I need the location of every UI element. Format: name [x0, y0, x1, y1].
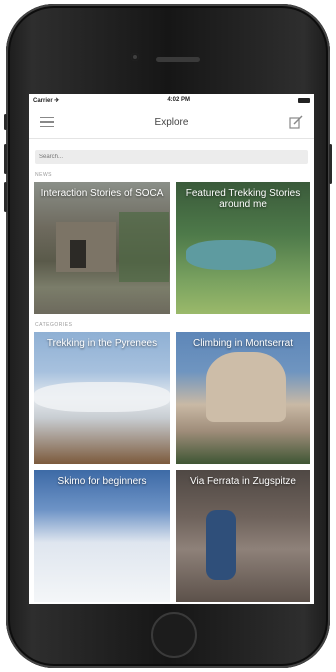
- power-button: [329, 144, 332, 184]
- volume-up-button: [4, 144, 7, 174]
- compose-icon[interactable]: [286, 112, 306, 132]
- volume-down-button: [4, 182, 7, 212]
- news-card-trekking[interactable]: Featured Trekking Stories around me: [176, 182, 310, 314]
- category-card-montserrat[interactable]: Climbing in Montserrat: [176, 332, 310, 464]
- news-card-title: Featured Trekking Stories around me: [185, 188, 301, 210]
- home-button[interactable]: [151, 612, 197, 658]
- search-input[interactable]: [35, 150, 308, 164]
- earpiece-speaker: [156, 57, 200, 62]
- category-card-skimo[interactable]: Skimo for beginners: [34, 470, 170, 602]
- news-grid: Interaction Stories of SOCA Featured Tre…: [29, 182, 314, 314]
- news-card-title: Interaction Stories of SOCA: [40, 188, 164, 199]
- menu-icon[interactable]: [37, 112, 57, 132]
- clock: 4:02 PM: [167, 97, 191, 103]
- category-card-pyrenees[interactable]: Trekking in the Pyrenees: [34, 332, 170, 464]
- carrier-label: Carrier ✈: [33, 97, 60, 104]
- category-card-title: Skimo for beginners: [57, 476, 147, 487]
- front-camera: [131, 53, 139, 61]
- category-card-title: Trekking in the Pyrenees: [46, 338, 158, 349]
- status-bar: Carrier ✈ 4:02 PM: [29, 94, 314, 106]
- battery-icon: [298, 97, 310, 103]
- category-card-via-ferrata[interactable]: Via Ferrata in Zugspitze: [176, 470, 310, 602]
- news-section-label: NEWS: [35, 172, 52, 178]
- app-screen: Carrier ✈ 4:02 PM Explore NEWS Interacti…: [29, 94, 314, 604]
- category-card-title: Climbing in Montserrat: [192, 338, 294, 349]
- categories-grid: Trekking in the Pyrenees Climbing in Mon…: [29, 332, 314, 602]
- news-card-soca[interactable]: Interaction Stories of SOCA: [34, 182, 170, 314]
- navigation-bar: Explore: [29, 106, 314, 139]
- categories-section-label: CATEGORIES: [35, 322, 73, 328]
- category-card-title: Via Ferrata in Zugspitze: [190, 476, 296, 487]
- page-title: Explore: [154, 116, 189, 128]
- mute-switch: [4, 114, 7, 130]
